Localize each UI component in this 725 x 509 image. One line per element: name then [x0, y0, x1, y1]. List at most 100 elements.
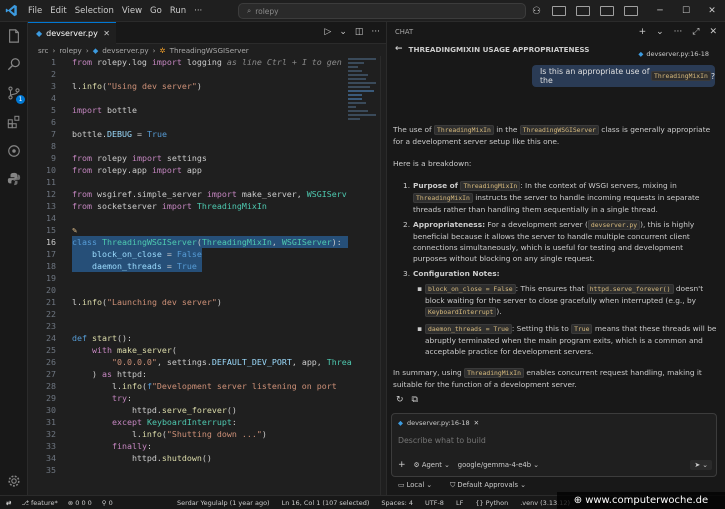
code-line[interactable]: 15 ✎ [28, 224, 386, 236]
close-window-icon[interactable]: ✕ [699, 0, 725, 22]
code-line[interactable]: 27 ) as httpd: [28, 368, 386, 380]
breadcrumb-src[interactable]: src [38, 46, 49, 55]
code-line[interactable]: 3 l.info("Using dev server") [28, 80, 386, 92]
close-chat-icon[interactable]: ✕ [709, 27, 717, 37]
attach-icon[interactable]: + [398, 460, 406, 470]
new-chat-icon[interactable]: + [639, 27, 647, 37]
source-control-icon[interactable]: 1 [5, 84, 25, 104]
more-menu-icon[interactable]: ··· [190, 0, 206, 22]
copy-icon[interactable]: ⧉ [412, 395, 418, 405]
approvals-button[interactable]: ⛉ Default Approvals ⌄ [450, 481, 526, 490]
language-status[interactable]: {} Python [475, 499, 508, 507]
search-placeholder: rolepy [255, 6, 279, 16]
git-blame-status[interactable]: Serdar Yegulalp (1 year ago) [177, 499, 270, 507]
menu-run[interactable]: Run [166, 0, 190, 22]
code-line[interactable]: 1 from rolepy.log import logging as line … [28, 56, 386, 68]
settings-gear-icon[interactable] [5, 472, 23, 490]
code-line[interactable]: 20 [28, 284, 386, 296]
code-line[interactable]: 22 [28, 308, 386, 320]
retry-icon[interactable]: ↻ [396, 395, 404, 405]
toggle-secondary-sidebar-icon[interactable] [600, 6, 614, 16]
code-line[interactable]: 2 [28, 68, 386, 80]
run-icon[interactable]: ▷ [324, 27, 331, 37]
code-line[interactable]: 33 finally: [28, 440, 386, 452]
code-line[interactable]: 34 httpd.shutdown() [28, 452, 386, 464]
context-file-chip[interactable]: ◆ devserver.py:16-18 [638, 50, 709, 58]
code-editor[interactable]: 1 from rolepy.log import logging as line … [28, 56, 386, 495]
chat-more-icon[interactable]: ··· [674, 27, 683, 37]
code-line[interactable]: 30 httpd.serve_forever() [28, 404, 386, 416]
remove-context-icon[interactable]: ✕ [474, 419, 479, 427]
tab-devserver[interactable]: ◆ devserver.py ✕ [28, 22, 116, 44]
explorer-icon[interactable] [5, 27, 23, 45]
breadcrumb-symbol[interactable]: ThreadingWSGIServer [170, 46, 249, 55]
ports-status[interactable]: ⚲ 0 [102, 499, 113, 507]
code-line[interactable]: 18 daemon_threads = True [28, 260, 386, 272]
menu-edit[interactable]: Edit [46, 0, 70, 22]
menu-go[interactable]: Go [146, 0, 166, 22]
copilot-icon[interactable]: ⚇ [532, 6, 541, 17]
extensions-icon[interactable] [5, 113, 23, 131]
chat-dropdown-icon[interactable]: ⌄ [656, 27, 664, 37]
maximize-panel-icon[interactable]: ⤢ [692, 27, 699, 37]
toggle-panel-icon[interactable] [576, 6, 590, 16]
code-line[interactable]: 29 try: [28, 392, 386, 404]
code-line[interactable]: 26 "0.0.0.0", settings.DEFAULT_DEV_PORT,… [28, 356, 386, 368]
code-line[interactable]: 25 with make_server( [28, 344, 386, 356]
remote-explorer-icon[interactable] [5, 142, 23, 160]
agent-mode-dropdown[interactable]: ⚙ Agent ⌄ [414, 461, 450, 469]
send-button[interactable]: ➤ ⌄ [690, 460, 712, 470]
breadcrumb-rolepy[interactable]: rolepy [59, 46, 81, 55]
close-tab-icon[interactable]: ✕ [103, 29, 110, 38]
split-editor-icon[interactable]: ◫ [355, 27, 364, 37]
code-line[interactable]: 5 import bottle [28, 104, 386, 116]
maximize-icon[interactable]: ☐ [673, 0, 699, 22]
code-line[interactable]: 13 from socketserver import ThreadingMixI… [28, 200, 386, 212]
customize-layout-icon[interactable] [624, 6, 638, 16]
local-session-button[interactable]: ▭ Local ⌄ [398, 481, 432, 490]
cursor-position-status[interactable]: Ln 16, Col 1 (107 selected) [282, 499, 370, 507]
menu-selection[interactable]: Selection [71, 0, 118, 22]
python-icon[interactable] [5, 170, 23, 188]
code-line[interactable]: 11 [28, 176, 386, 188]
code-line[interactable]: 4 [28, 92, 386, 104]
encoding-status[interactable]: UTF-8 [425, 499, 444, 507]
run-dropdown-icon[interactable]: ⌄ [339, 27, 347, 37]
code-line[interactable]: 31 except KeyboardInterrupt: [28, 416, 386, 428]
indentation-status[interactable]: Spaces: 4 [381, 499, 413, 507]
code-line[interactable]: 10 from rolepy.app import app [28, 164, 386, 176]
input-context-chip[interactable]: ◆ devserver.py:16-18 ✕ [398, 419, 479, 427]
code-line[interactable]: 35 [28, 464, 386, 476]
more-actions-icon[interactable]: ··· [371, 27, 380, 37]
breadcrumb-file[interactable]: devserver.py [102, 46, 148, 55]
menu-view[interactable]: View [118, 0, 146, 22]
code-line[interactable]: 28 l.info(f"Development server listening… [28, 380, 386, 392]
model-dropdown[interactable]: google/gemma-4-e4b ⌄ [458, 461, 539, 469]
code-line[interactable]: 7 bottle.DEBUG = True [28, 128, 386, 140]
code-line[interactable]: 16 class ThreadingWSGIServer(ThreadingMix… [28, 236, 386, 248]
code-line[interactable]: 23 [28, 320, 386, 332]
eol-status[interactable]: LF [456, 499, 463, 507]
code-line[interactable]: 32 l.info("Shutting down ...") [28, 428, 386, 440]
back-arrow-icon[interactable]: ← [395, 44, 403, 54]
code-line[interactable]: 17 block_on_close = False [28, 248, 386, 260]
minimize-icon[interactable]: ─ [647, 0, 673, 22]
chat-input[interactable] [398, 436, 698, 445]
code-line[interactable]: 24 def start(): [28, 332, 386, 344]
code-line[interactable]: 12 from wsgiref.simple_server import make… [28, 188, 386, 200]
code-line[interactable]: 9 from rolepy import settings [28, 152, 386, 164]
code-line[interactable]: 6 [28, 116, 386, 128]
remote-indicator-icon[interactable]: ⇄ [6, 499, 11, 507]
menu-file[interactable]: File [24, 0, 46, 22]
code-line[interactable]: 21 l.info("Launching dev server") [28, 296, 386, 308]
code-line[interactable]: 14 [28, 212, 386, 224]
code-line[interactable]: 19 [28, 272, 386, 284]
branch-status[interactable]: ⎇ feature* [21, 499, 57, 507]
python-file-icon: ◆ [398, 419, 403, 427]
toggle-sidebar-icon[interactable] [552, 6, 566, 16]
code-line[interactable]: 8 [28, 140, 386, 152]
command-center-search[interactable]: ⌕ rolepy [238, 3, 526, 19]
problems-status[interactable]: ⊗ 0 0 0 [68, 499, 92, 507]
search-view-icon[interactable] [5, 55, 23, 73]
code-text: l.info("Launching dev server") [72, 297, 222, 307]
